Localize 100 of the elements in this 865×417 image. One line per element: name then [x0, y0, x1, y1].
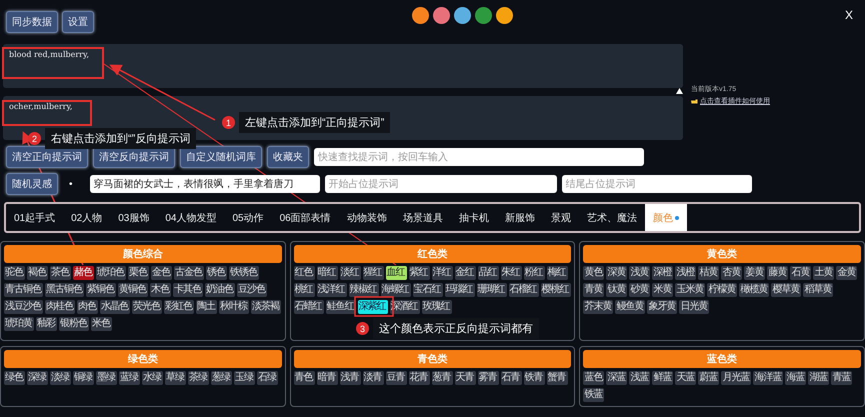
category-tab[interactable]: 动物装饰: [338, 204, 395, 231]
color-chip[interactable]: 深紫红: [358, 300, 388, 314]
color-chip[interactable]: 银粉色: [59, 317, 89, 331]
action-button[interactable]: 自定义随机词库: [180, 146, 262, 168]
toolbar-button[interactable]: 设置: [62, 11, 94, 33]
color-chip[interactable]: 黄铜色: [118, 283, 148, 297]
color-chip[interactable]: 肉桂色: [45, 300, 75, 314]
close-button[interactable]: X: [844, 8, 853, 22]
color-chip[interactable]: 陶土: [196, 300, 217, 314]
color-chip[interactable]: 奶油色: [205, 283, 235, 297]
color-chip[interactable]: 青色: [294, 371, 315, 385]
color-chip[interactable]: 红色: [294, 266, 315, 280]
color-chip[interactable]: 月光蓝: [721, 371, 752, 385]
category-tab[interactable]: 06面部表情: [272, 204, 339, 231]
color-chip[interactable]: 米色: [91, 317, 112, 331]
color-chip[interactable]: 浅洋红: [316, 283, 347, 297]
color-chip[interactable]: 釉彩: [36, 317, 57, 331]
color-chip[interactable]: 粉红: [524, 266, 545, 280]
color-chip[interactable]: 象牙黄: [647, 300, 678, 314]
color-chip[interactable]: 茶绿: [188, 371, 209, 385]
action-button[interactable]: 清空正向提示词: [6, 146, 88, 168]
color-chip[interactable]: 青蓝: [831, 371, 852, 385]
color-dot[interactable]: [454, 7, 471, 24]
color-dot[interactable]: [433, 7, 450, 24]
color-chip[interactable]: 金红: [454, 266, 476, 280]
color-chip[interactable]: 荧光色: [132, 300, 162, 314]
color-chip[interactable]: 紫红: [408, 266, 430, 280]
color-chip[interactable]: 珊瑚红: [476, 283, 507, 297]
color-chip[interactable]: 金色: [151, 266, 172, 280]
color-chip[interactable]: 鲑鱼红: [326, 300, 356, 314]
color-chip[interactable]: 蓝绿: [119, 371, 140, 385]
color-chip[interactable]: 驼色: [4, 266, 25, 280]
color-chip[interactable]: 蔚蓝: [698, 371, 720, 385]
color-chip[interactable]: 杏黄: [721, 266, 742, 280]
color-chip[interactable]: 石榴红: [508, 283, 539, 297]
start-placeholder-field[interactable]: 开始占位提示词: [324, 175, 557, 193]
color-dot[interactable]: [412, 7, 429, 24]
color-chip[interactable]: 桔黄: [698, 266, 720, 280]
color-chip[interactable]: 浅豆沙色: [4, 300, 43, 314]
color-chip[interactable]: 浅青: [340, 371, 361, 385]
color-chip[interactable]: 青古铜色: [4, 283, 43, 297]
color-chip[interactable]: 樱桃红: [540, 283, 571, 297]
color-chip[interactable]: 豆沙色: [237, 283, 267, 297]
color-chip[interactable]: 海洋蓝: [753, 371, 784, 385]
color-chip[interactable]: 葱青: [432, 371, 453, 385]
positive-prompt-field[interactable]: blood red,mulberry,: [3, 44, 683, 88]
category-tab[interactable]: 02人物: [63, 204, 110, 231]
color-chip[interactable]: 铁蓝: [583, 388, 604, 402]
color-chip[interactable]: 草绿: [165, 371, 186, 385]
color-chip[interactable]: 鳗鱼黄: [615, 300, 646, 314]
color-chip[interactable]: 青黄: [583, 283, 604, 297]
color-chip[interactable]: 淡绿: [50, 371, 71, 385]
action-button[interactable]: 收藏夹: [267, 146, 309, 168]
color-chip[interactable]: 木色: [150, 283, 171, 297]
category-tab[interactable]: 新服饰: [496, 204, 543, 231]
color-chip[interactable]: 深绿: [27, 371, 48, 385]
category-tab[interactable]: 01起手式: [6, 204, 64, 231]
color-chip[interactable]: 铜绿: [73, 371, 94, 385]
color-chip[interactable]: 桃红: [294, 283, 315, 297]
color-chip[interactable]: 褐色: [27, 266, 48, 280]
color-chip[interactable]: 锈色: [206, 266, 227, 280]
color-chip[interactable]: 猩红: [362, 266, 384, 280]
color-chip[interactable]: 梅红: [546, 266, 568, 280]
color-chip[interactable]: 玫瑰红: [422, 300, 452, 314]
color-chip[interactable]: 橄榄黄: [739, 283, 770, 297]
color-chip[interactable]: 彩虹色: [164, 300, 194, 314]
color-chip[interactable]: 玉绿: [234, 371, 255, 385]
color-chip[interactable]: 深蓝: [606, 371, 628, 385]
category-tab[interactable]: 艺术、魔法: [578, 204, 645, 231]
color-chip[interactable]: 淡青: [362, 371, 384, 385]
color-chip[interactable]: 水晶色: [100, 300, 130, 314]
color-chip[interactable]: 石绿: [257, 371, 278, 385]
color-chip[interactable]: 水绿: [142, 371, 163, 385]
color-chip[interactable]: 浅蓝: [629, 371, 650, 385]
color-chip[interactable]: 湖蓝: [808, 371, 830, 385]
color-chip[interactable]: 石黄: [790, 266, 812, 280]
color-chip[interactable]: 天蓝: [675, 371, 696, 385]
color-chip[interactable]: 黄色: [583, 266, 604, 280]
color-chip[interactable]: 铁锈色: [229, 266, 259, 280]
color-chip[interactable]: 稻草黄: [803, 283, 834, 297]
color-chip[interactable]: 古金色: [174, 266, 204, 280]
color-chip[interactable]: 茶色: [50, 266, 71, 280]
category-tab[interactable]: 抽卡机: [450, 204, 497, 231]
color-chip[interactable]: 蓝色: [583, 371, 604, 385]
color-chip[interactable]: 淡茶褐: [251, 300, 281, 314]
color-chip[interactable]: 琥珀黄: [4, 317, 34, 331]
color-chip[interactable]: 栗色: [128, 266, 149, 280]
inspiration-field[interactable]: 穿马面裙的女武士，表情很飒，手里拿着唐刀: [90, 175, 320, 193]
color-chip[interactable]: 玛瑙红: [444, 283, 475, 297]
end-placeholder-field[interactable]: 结尾占位提示词: [562, 175, 752, 193]
color-chip[interactable]: 暗青: [316, 371, 338, 385]
color-chip[interactable]: 石青: [500, 371, 522, 385]
category-tab[interactable]: 景观: [542, 204, 579, 231]
color-chip[interactable]: 雾青: [478, 371, 499, 385]
color-chip[interactable]: 玉米黄: [675, 283, 706, 297]
color-chip[interactable]: 辣椒红: [348, 283, 379, 297]
color-chip[interactable]: 暗红: [316, 266, 338, 280]
color-chip[interactable]: 石蜡红: [294, 300, 324, 314]
color-chip[interactable]: 墨绿: [96, 371, 117, 385]
color-chip[interactable]: 铁青: [524, 371, 545, 385]
